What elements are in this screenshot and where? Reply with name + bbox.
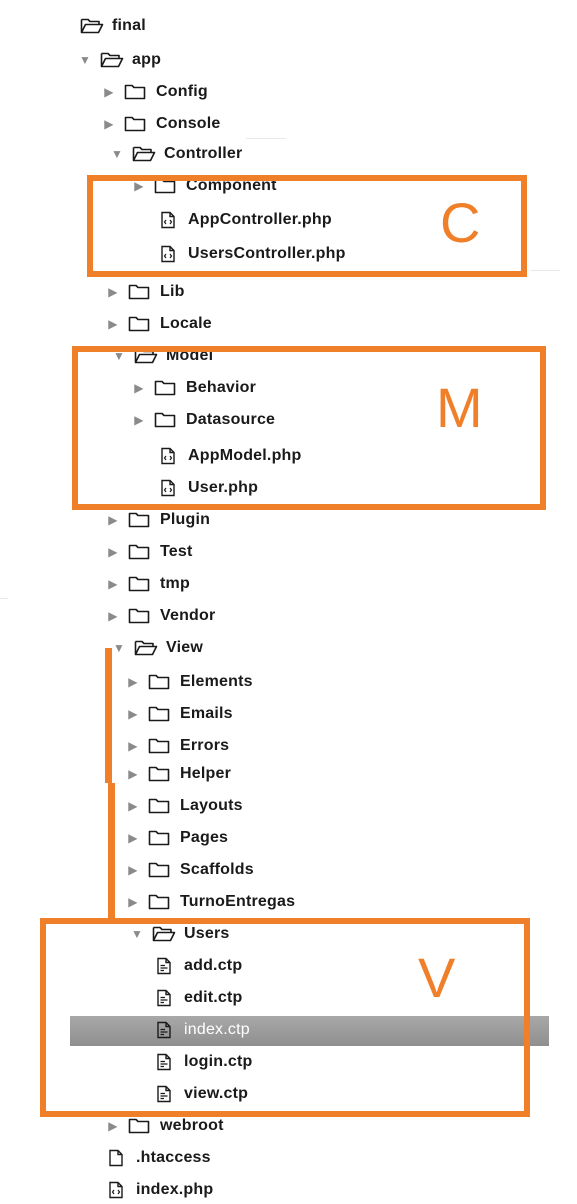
- tree-item-label: Layouts: [180, 797, 243, 814]
- tree-item-label: Config: [156, 83, 208, 100]
- folder-item-config[interactable]: ▶ Config: [100, 80, 208, 104]
- tree-item-label: Helper: [180, 765, 231, 782]
- tree-item-label: Locale: [160, 315, 212, 332]
- tree-item-label: .htaccess: [136, 1149, 211, 1166]
- folder-icon: [148, 673, 172, 691]
- collapsed-arrow-icon[interactable]: ▶: [104, 316, 122, 332]
- tree-item-label: index.php: [136, 1181, 214, 1198]
- folder-item-tmp[interactable]: ▶ tmp: [104, 572, 190, 596]
- collapsed-arrow-icon[interactable]: ▶: [124, 766, 142, 782]
- collapsed-arrow-icon[interactable]: ▶: [104, 576, 122, 592]
- tree-item-label: Lib: [160, 283, 185, 300]
- tree-item-label: Elements: [180, 673, 253, 690]
- tree-item-label: Emails: [180, 705, 233, 722]
- folder-icon: [128, 283, 152, 301]
- collapsed-arrow-icon[interactable]: ▶: [124, 706, 142, 722]
- view-highlight-line: [105, 648, 112, 783]
- folder-item-app[interactable]: ▼ app: [76, 48, 161, 72]
- separator-line: [530, 270, 560, 271]
- folder-item-scaffolds[interactable]: ▶ Scaffolds: [124, 858, 254, 882]
- folder-item-controller[interactable]: ▼ Controller: [108, 142, 242, 166]
- folder-icon: [128, 315, 152, 333]
- collapsed-arrow-icon[interactable]: ▶: [124, 738, 142, 754]
- folder-item-console[interactable]: ▶ Console: [100, 112, 221, 136]
- folder-icon: [148, 705, 172, 723]
- separator-line: [246, 138, 286, 139]
- folder-item-vendor[interactable]: ▶ Vendor: [104, 604, 215, 628]
- file-item-index-php[interactable]: index.php: [104, 1178, 213, 1202]
- folder-icon: [148, 797, 172, 815]
- collapsed-arrow-icon[interactable]: ▶: [124, 862, 142, 878]
- open-folder-icon: [134, 639, 158, 657]
- folder-icon: [128, 607, 152, 625]
- tree-item-label: View: [166, 639, 203, 656]
- folder-icon: [128, 511, 152, 529]
- folder-icon: [128, 575, 152, 593]
- tree-item-label: tmp: [160, 575, 190, 592]
- code-file-icon: [104, 1181, 128, 1199]
- folder-item-pages[interactable]: ▶ Pages: [124, 826, 228, 850]
- collapsed-arrow-icon[interactable]: ▶: [104, 1118, 122, 1134]
- separator-line: [0, 598, 8, 599]
- folder-item-webroot[interactable]: ▶ webroot: [104, 1114, 224, 1138]
- open-folder-icon: [132, 145, 156, 163]
- folder-item-plugin[interactable]: ▶ Plugin: [104, 508, 210, 532]
- tree-item-label: Test: [160, 543, 193, 560]
- tree-item-label: final: [112, 17, 146, 34]
- collapsed-arrow-icon[interactable]: ▶: [124, 894, 142, 910]
- folder-item-turnoentregas[interactable]: ▶ TurnoEntregas: [124, 890, 295, 914]
- collapsed-arrow-icon[interactable]: ▶: [124, 798, 142, 814]
- folder-item-emails[interactable]: ▶ Emails: [124, 702, 233, 726]
- folder-icon: [148, 765, 172, 783]
- collapsed-arrow-icon[interactable]: ▶: [100, 116, 118, 132]
- file-icon: [104, 1149, 128, 1167]
- collapsed-arrow-icon[interactable]: ▶: [100, 84, 118, 100]
- controller-letter: C: [440, 191, 481, 254]
- open-folder-icon: [100, 51, 124, 69]
- tree-item-label: Errors: [180, 737, 230, 754]
- tree-item-label: Controller: [164, 145, 243, 162]
- folder-item-lib[interactable]: ▶ Lib: [104, 280, 185, 304]
- tree-item-label: app: [132, 51, 162, 68]
- expanded-arrow-icon[interactable]: ▼: [108, 146, 126, 162]
- tree-item-label: webroot: [160, 1117, 224, 1134]
- folder-icon: [148, 737, 172, 755]
- collapsed-arrow-icon[interactable]: ▶: [104, 284, 122, 300]
- folder-icon: [148, 861, 172, 879]
- folder-item-elements[interactable]: ▶ Elements: [124, 670, 253, 694]
- view-letter: V: [418, 946, 456, 1009]
- folder-item-view[interactable]: ▼ View: [110, 636, 203, 660]
- folder-icon: [148, 829, 172, 847]
- collapsed-arrow-icon[interactable]: ▶: [124, 830, 142, 846]
- folder-item-test[interactable]: ▶ Test: [104, 540, 193, 564]
- view-highlight-line: [108, 783, 115, 920]
- collapsed-arrow-icon[interactable]: ▶: [124, 674, 142, 690]
- folder-item-final[interactable]: final: [80, 14, 146, 38]
- tree-item-label: Scaffolds: [180, 861, 254, 878]
- tree-item-label: Plugin: [160, 511, 211, 528]
- folder-icon: [124, 83, 148, 101]
- file-item-htaccess[interactable]: .htaccess: [104, 1146, 211, 1170]
- model-letter: M: [436, 376, 483, 439]
- tree-item-label: Vendor: [160, 607, 216, 624]
- folder-item-layouts[interactable]: ▶ Layouts: [124, 794, 243, 818]
- view-highlight-box: [40, 918, 530, 1117]
- open-folder-icon: [80, 17, 104, 35]
- folder-icon: [128, 543, 152, 561]
- collapsed-arrow-icon[interactable]: ▶: [104, 512, 122, 528]
- folder-icon: [148, 893, 172, 911]
- collapsed-arrow-icon[interactable]: ▶: [104, 544, 122, 560]
- folder-icon: [124, 115, 148, 133]
- folder-item-helper[interactable]: ▶ Helper: [124, 762, 231, 786]
- folder-icon: [128, 1117, 152, 1135]
- folder-item-locale[interactable]: ▶ Locale: [104, 312, 212, 336]
- expanded-arrow-icon[interactable]: ▼: [76, 52, 94, 68]
- expanded-arrow-icon[interactable]: ▼: [110, 640, 128, 656]
- collapsed-arrow-icon[interactable]: ▶: [104, 608, 122, 624]
- tree-item-label: Console: [156, 115, 221, 132]
- tree-item-label: Pages: [180, 829, 229, 846]
- tree-item-label: TurnoEntregas: [180, 893, 296, 910]
- folder-item-errors[interactable]: ▶ Errors: [124, 734, 229, 758]
